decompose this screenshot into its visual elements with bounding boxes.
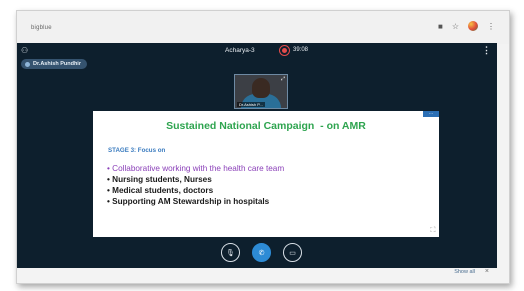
presenter-icon (25, 61, 30, 67)
browser-toolbar: bigblue ■ ☆ ⋮ (17, 11, 509, 44)
options-menu-icon[interactable]: ⋮ (482, 45, 491, 56)
slide-bullet: Medical students, doctors (107, 185, 284, 196)
close-icon[interactable]: × (485, 268, 489, 275)
screen-share-icon: ▭ (289, 249, 296, 257)
slide-bullet: Supporting AM Stewardship in hospitals (107, 196, 284, 207)
microphone-button[interactable]: 🎙 (221, 243, 240, 262)
recording-timer: 39:08 (293, 47, 309, 53)
tile-expand-icon[interactable]: ⤢ (281, 76, 285, 82)
camera-icon[interactable]: ■ (438, 22, 443, 31)
meeting-area: ⚇ Acharya-3 39:08 ⋮ Dr.Ashish Pundhir ⤢ … (17, 43, 497, 268)
presenter-badge[interactable]: Dr.Ashish Pundhir (21, 59, 87, 69)
slide-menu-icon[interactable]: ⋯ (423, 111, 439, 117)
slide-title: Sustained National Campaign - on AMR (166, 120, 366, 132)
show-all-link[interactable]: Show all (454, 269, 475, 275)
video-person-head (252, 78, 270, 98)
video-tile-name: Dr.Ashish P... (237, 102, 265, 107)
slide-bullet: Nursing students, Nurses (107, 174, 284, 185)
star-icon[interactable]: ☆ (452, 22, 459, 31)
browser-icons: ■ ☆ ⋮ (438, 21, 495, 31)
presentation-slide: ⋯ Sustained National Campaign - on AMR S… (93, 111, 439, 237)
slide-stage-label: STAGE 3: Focus on (108, 147, 166, 154)
extension-icon[interactable] (468, 21, 478, 31)
webcam-video-tile[interactable]: ⤢ Dr.Ashish P... (234, 74, 288, 109)
presenter-name: Dr.Ashish Pundhir (33, 61, 81, 67)
fullscreen-icon[interactable]: ⛶ (429, 227, 437, 235)
address-bar[interactable]: bigblue (31, 25, 52, 31)
participants-icon[interactable]: ⚇ (21, 46, 28, 55)
phone-icon: ✆ (258, 249, 265, 257)
audio-phone-button[interactable]: ✆ (252, 243, 271, 262)
download-bar: Show all × (17, 268, 497, 280)
room-name: Acharya-3 (225, 47, 255, 54)
slide-bullet-list: Collaborative working with the health ca… (107, 163, 284, 207)
meeting-controls: 🎙 ✆ ▭ (221, 243, 302, 262)
meeting-topbar: ⚇ Acharya-3 39:08 ⋮ (17, 43, 497, 61)
browser-menu-icon[interactable]: ⋮ (487, 22, 495, 31)
screen-share-button[interactable]: ▭ (283, 243, 302, 262)
microphone-icon: 🎙 (226, 249, 235, 257)
slide-bullet: Collaborative working with the health ca… (107, 163, 284, 174)
recording-icon[interactable] (279, 45, 290, 56)
